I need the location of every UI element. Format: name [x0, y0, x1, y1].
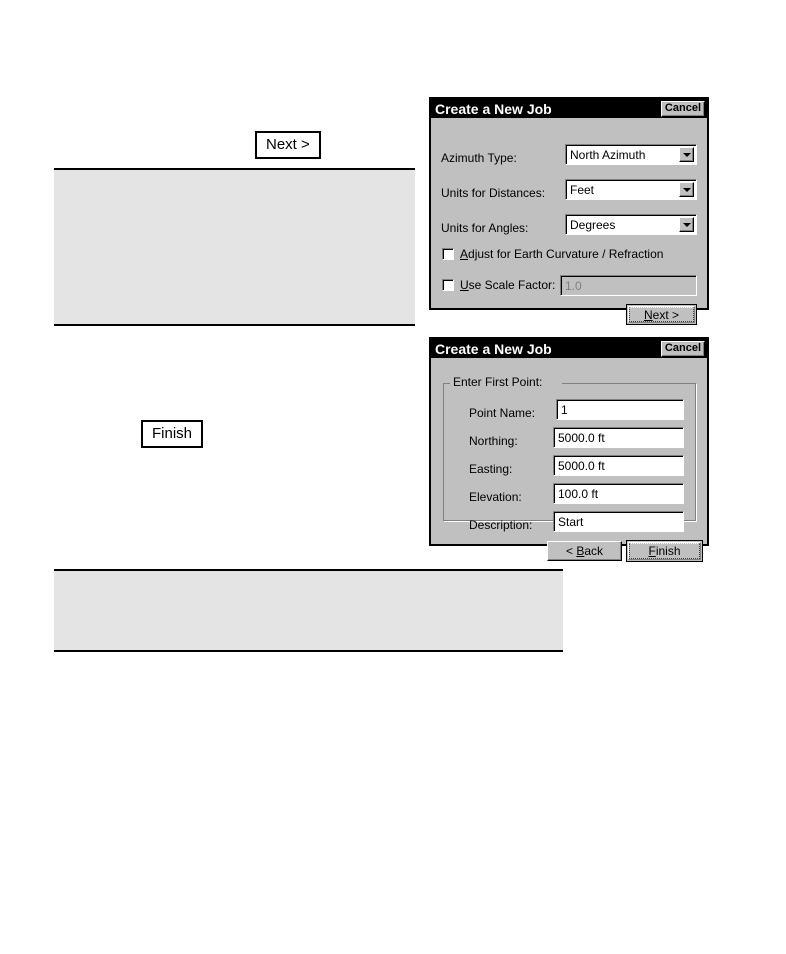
back-button-label-rest: ack — [584, 544, 604, 558]
units-distances-label: Units for Distances: — [441, 186, 546, 200]
finish-callout-label: Finish — [152, 425, 193, 442]
back-button-label: < Back — [566, 544, 603, 558]
elevation-label: Elevation: — [469, 490, 522, 504]
adjust-earth-curvature-label: Adjust for Earth Curvature / Refraction — [460, 248, 663, 260]
dialog2-title: Create a New Job — [435, 340, 552, 357]
adjust-earth-curvature-label-rest: djust for Earth Curvature / Refraction — [468, 247, 664, 261]
elevation-value: 100.0 ft — [558, 486, 599, 501]
next-button-label: Next > — [644, 308, 679, 322]
scale-factor-value: 1.0 — [565, 278, 582, 293]
point-name-label: Point Name: — [469, 406, 536, 420]
description-value: Start — [558, 514, 584, 529]
adjust-earth-curvature-checkbox[interactable] — [442, 248, 454, 260]
next-callout-label: Next > — [266, 136, 310, 153]
description-label: Description: — [469, 518, 533, 532]
easting-input[interactable]: 5000.0 ft — [553, 455, 684, 476]
next-callout-button[interactable]: Next > — [255, 131, 321, 159]
elevation-input[interactable]: 100.0 ft — [553, 483, 684, 504]
azimuth-type-value: North Azimuth — [565, 144, 697, 165]
units-angles-value: Degrees — [565, 214, 697, 235]
use-scale-factor-label-rest: se Scale Factor: — [468, 278, 556, 292]
use-scale-factor-mnemonic: U — [460, 278, 469, 292]
finish-button-label: Finish — [648, 544, 680, 558]
dialog1-cancel-button[interactable]: Cancel — [660, 100, 705, 117]
dialog1-title: Create a New Job — [435, 100, 552, 117]
use-scale-factor-label: Use Scale Factor: — [460, 279, 555, 291]
create-new-job-dialog-settings: Create a New Job Cancel Azimuth Type: No… — [429, 97, 709, 325]
adjust-earth-curvature-mnemonic: A — [460, 247, 469, 261]
dialog2-body: Enter First Point: Point Name: 1 Northin… — [431, 358, 707, 562]
easting-value: 5000.0 ft — [558, 458, 605, 473]
next-button[interactable]: Next > — [626, 304, 697, 325]
next-button-label-rest: ext > — [652, 307, 680, 322]
chevron-down-icon[interactable] — [679, 147, 694, 162]
units-angles-label: Units for Angles: — [441, 221, 529, 235]
back-button-prefix: < — [565, 544, 577, 558]
finish-button[interactable]: Finish — [626, 540, 703, 562]
units-distances-select[interactable]: Feet — [565, 179, 697, 200]
description-input[interactable]: Start — [553, 511, 684, 532]
chevron-down-icon[interactable] — [679, 217, 694, 232]
enter-first-point-group-label: Enter First Point: — [450, 376, 546, 388]
finish-button-label-rest: inish — [655, 544, 681, 558]
use-scale-factor-checkbox-row[interactable]: Use Scale Factor: — [442, 279, 555, 291]
northing-input[interactable]: 5000.0 ft — [553, 427, 684, 448]
azimuth-type-select[interactable]: North Azimuth — [565, 144, 697, 165]
point-name-input[interactable]: 1 — [556, 399, 684, 420]
easting-label: Easting: — [469, 462, 513, 476]
finish-callout-button[interactable]: Finish — [141, 420, 204, 448]
point-name-value: 1 — [561, 402, 568, 417]
units-angles-select[interactable]: Degrees — [565, 214, 697, 235]
content-block-bottom — [54, 569, 563, 652]
scale-factor-input[interactable]: 1.0 — [560, 275, 697, 296]
content-block-top — [54, 168, 415, 326]
use-scale-factor-checkbox[interactable] — [442, 279, 454, 291]
dialog2-titlebar: Create a New Job Cancel — [431, 339, 707, 358]
dialog2-cancel-button[interactable]: Cancel — [660, 340, 705, 357]
units-distances-value: Feet — [565, 179, 697, 200]
create-new-job-dialog-first-point: Create a New Job Cancel Enter First Poin… — [429, 337, 709, 562]
finish-button-mnemonic: F — [648, 544, 656, 558]
chevron-down-icon[interactable] — [679, 182, 694, 197]
dialog1-titlebar: Create a New Job Cancel — [431, 99, 707, 118]
azimuth-type-label: Azimuth Type: — [441, 151, 517, 165]
northing-value: 5000.0 ft — [558, 430, 605, 445]
northing-label: Northing: — [469, 434, 518, 448]
next-button-mnemonic: N — [643, 307, 653, 322]
back-button[interactable]: < Back — [547, 541, 622, 561]
dialog1-body: Azimuth Type: North Azimuth Units for Di… — [431, 118, 707, 325]
adjust-earth-curvature-checkbox-row[interactable]: Adjust for Earth Curvature / Refraction — [442, 248, 663, 260]
